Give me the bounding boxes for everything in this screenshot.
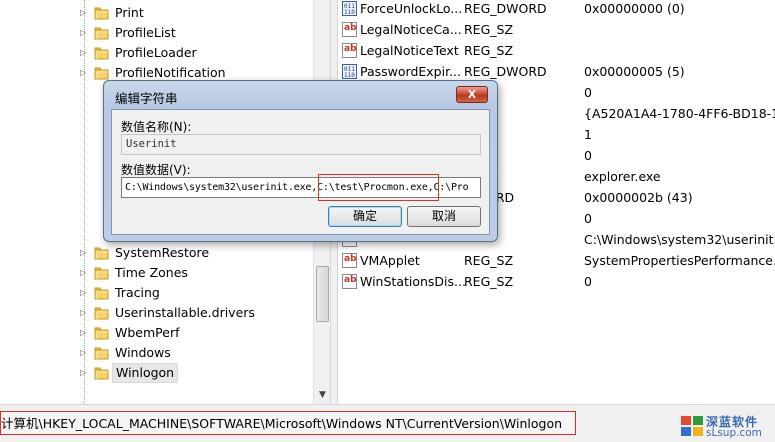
expand-arrow-icon[interactable]: ▷ (80, 289, 87, 297)
value-data: 0x0000002b (43) (584, 190, 693, 205)
value-type: REG_SZ (464, 274, 514, 289)
tree-item-label: Tracing (115, 285, 160, 300)
cancel-button[interactable]: 取消 (407, 206, 481, 227)
expand-arrow-icon[interactable]: ▷ (80, 29, 87, 37)
value-data: 0 (584, 85, 592, 100)
binary-value-icon: 011110 (342, 1, 357, 16)
value-type: REG_DWORD (464, 1, 547, 16)
tree-item-label: ProfileList (115, 25, 176, 40)
tree-item-label: Winlogon (112, 363, 179, 383)
ok-button[interactable]: 确定 (328, 206, 402, 227)
tree-item-label: Print (115, 5, 144, 20)
value-row[interactable]: 011 110 ForceUnlockLo... REG_DWORD 0x0000000… (338, 0, 775, 19)
expand-arrow-icon[interactable]: ▷ (80, 69, 87, 77)
value-data: C:\Windows\system32\userinit.ex (584, 232, 775, 247)
folder-icon (94, 347, 109, 360)
folder-icon (94, 7, 109, 20)
edit-string-dialog: 编辑字符串 X 数值名称(N): Userinit 数值数据(V): C:\Wi… (103, 80, 498, 242)
value-type: REG_DWORD (464, 64, 547, 79)
tree-scrollbar-thumb[interactable] (316, 266, 329, 322)
string-value-icon: ab (342, 43, 357, 58)
folder-icon (94, 287, 109, 300)
folder-icon (94, 367, 109, 380)
value-type: REG_SZ (464, 253, 514, 268)
string-value-icon: ab (342, 274, 357, 289)
value-row[interactable]: ab LegalNoticeText REG_SZ (338, 40, 775, 61)
value-data: 1 (584, 127, 592, 142)
expand-arrow-icon[interactable]: ▷ (80, 329, 87, 337)
value-name: ForceUnlockLo... (360, 1, 463, 16)
status-bar: 计算机\HKEY_LOCAL_MACHINE\SOFTWARE\Microsof… (0, 404, 775, 442)
folder-icon (94, 267, 109, 280)
value-type: REG_SZ (464, 43, 514, 58)
string-value-icon: ab (342, 22, 357, 37)
binary-value-icon: 011110 (342, 64, 357, 79)
scroll-down-arrow-icon[interactable]: ▼ (314, 387, 330, 404)
value-name-field: Userinit (121, 134, 481, 155)
expand-arrow-icon[interactable]: ▷ (80, 369, 87, 377)
status-path: 计算机\HKEY_LOCAL_MACHINE\SOFTWARE\Microsof… (0, 411, 576, 435)
expand-arrow-icon[interactable]: ▷ (80, 49, 87, 57)
value-name: LegalNoticeCa... (360, 22, 462, 37)
close-button[interactable]: X (456, 86, 488, 103)
folder-icon (94, 67, 109, 80)
tree-item-label: Time Zones (115, 265, 188, 280)
value-data-label: 数值数据(V): (121, 163, 191, 177)
tree-item-label: ProfileLoader (115, 45, 197, 60)
folder-icon (94, 247, 109, 260)
value-data: explorer.exe (584, 169, 661, 184)
tree-item-label: Windows (115, 345, 171, 360)
expand-arrow-icon[interactable]: ▷ (80, 269, 87, 277)
svg-text:110: 110 (344, 72, 355, 79)
value-data: SystemPropertiesPerformance.ex (584, 253, 775, 268)
value-data: 0 (584, 148, 592, 163)
tree-guide-line (84, 0, 85, 404)
value-name: PasswordExpir... (360, 64, 462, 79)
string-value-icon: ab (342, 253, 357, 268)
expand-arrow-icon[interactable]: ▷ (80, 9, 87, 17)
expand-arrow-icon[interactable]: ▷ (80, 309, 87, 317)
value-data: {A520A1A4-1780-4FF6-BD18-1673 (584, 106, 775, 121)
value-name-label: 数值名称(N): (121, 120, 192, 134)
value-type: REG_SZ (464, 22, 514, 37)
value-name: LegalNoticeText (360, 43, 459, 58)
value-data: 0x00000005 (5) (584, 64, 685, 79)
folder-icon (94, 307, 109, 320)
folder-icon (94, 27, 109, 40)
expand-arrow-icon[interactable]: ▷ (80, 349, 87, 357)
value-name: WinStationsDis... (360, 274, 466, 289)
tree-item-label: WbemPerf (115, 325, 180, 340)
value-row[interactable]: ab LegalNoticeCa... REG_SZ (338, 19, 775, 40)
watermark-logo: 深蓝软件 sLsup.com (680, 413, 775, 441)
svg-text:110: 110 (344, 9, 355, 16)
expand-arrow-icon[interactable]: ▷ (80, 249, 87, 257)
value-data: 0 (584, 274, 592, 289)
windows-logo-icon (681, 416, 703, 436)
value-row[interactable]: ab WinStationsDis... REG_SZ 0 (338, 271, 775, 292)
value-name: VMApplet (360, 253, 420, 268)
dialog-title: 编辑字符串 (115, 91, 178, 106)
highlight-box (318, 174, 439, 201)
tree-item-label: SystemRestore (115, 245, 210, 260)
value-row[interactable]: 011 110 PasswordExpir... REG_DWORD 0x0000000… (338, 61, 775, 82)
watermark-url: sLsup.com (706, 427, 762, 439)
folder-icon (94, 47, 109, 60)
value-data: 0x00000000 (0) (584, 1, 685, 16)
tree-item-label: Userinstallable.drivers (115, 305, 255, 320)
value-row[interactable]: ab VMApplet REG_SZ SystemPropertiesPerforma… (338, 250, 775, 271)
value-data: 0 (584, 211, 592, 226)
folder-icon (94, 327, 109, 340)
